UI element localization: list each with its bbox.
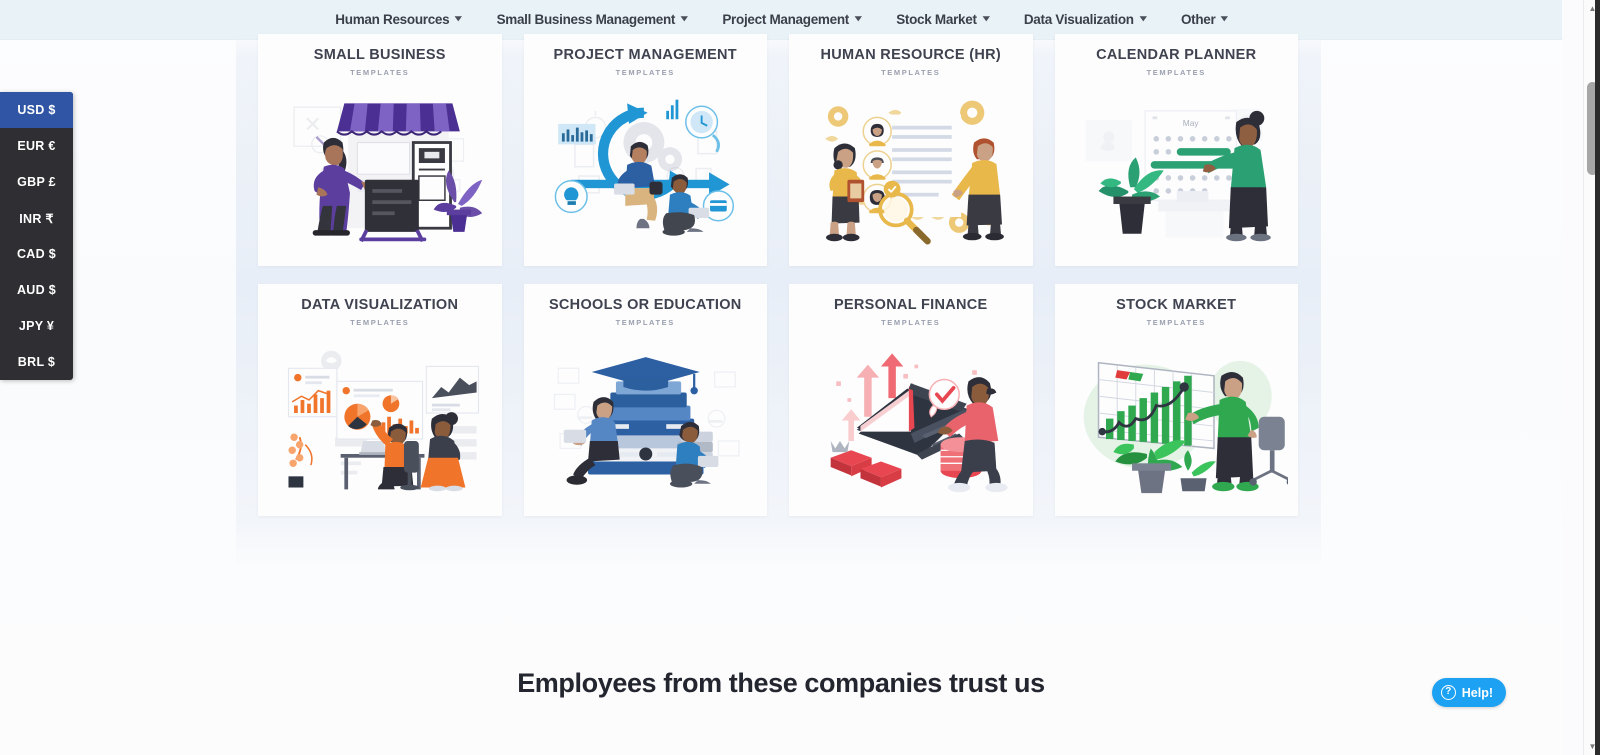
category-card-project-management[interactable]: PROJECT MANAGEMENT TEMPLATES: [523, 34, 767, 266]
card-title: DATA VISUALIZATION: [301, 297, 459, 313]
nav-item-project-management[interactable]: Project Management ▾: [722, 12, 862, 27]
window-edge: [1595, 0, 1600, 755]
chevron-down-icon: ▾: [1221, 13, 1229, 23]
chevron-down-icon: ▾: [1139, 13, 1147, 23]
category-card-calendar-planner[interactable]: CALENDAR PLANNER TEMPLATES May: [1054, 34, 1298, 266]
nav-item-label: Project Management: [722, 12, 849, 27]
currency-option-inr[interactable]: INR ₹: [0, 200, 73, 236]
category-card-personal-finance[interactable]: PERSONAL FINANCE TEMPLATES: [789, 284, 1033, 516]
currency-selector-rail[interactable]: USD $ EUR € GBP £ INR ₹ CAD $ AUD $ JPY …: [0, 92, 73, 380]
data-visualization-illustration: [268, 333, 492, 506]
svg-text:May: May: [1182, 118, 1199, 128]
help-button-label: Help!: [1461, 685, 1493, 700]
category-card-data-visualization[interactable]: DATA VISUALIZATION TEMPLATES: [258, 284, 502, 516]
small-business-illustration: [268, 83, 492, 256]
card-title: PROJECT MANAGEMENT: [553, 47, 737, 63]
calendar-planner-illustration: May: [1065, 83, 1289, 256]
nav-item-label: Human Resources: [335, 12, 450, 27]
project-management-illustration: [534, 83, 758, 256]
category-card-schools-education[interactable]: SCHOOLS OR EDUCATION TEMPLATES: [523, 284, 767, 516]
nav-item-stock-market[interactable]: Stock Market ▾: [896, 12, 990, 27]
trust-heading: Employees from these companies trust us: [517, 668, 1045, 698]
nav-item-other[interactable]: Other ▾: [1180, 12, 1229, 27]
currency-option-eur[interactable]: EUR €: [0, 128, 73, 164]
currency-option-usd[interactable]: USD $: [0, 92, 73, 128]
card-subtitle: TEMPLATES: [881, 67, 941, 77]
currency-option-gbp[interactable]: GBP £: [0, 164, 73, 200]
page-viewport: Human Resources ▾ Small Business Managem…: [0, 0, 1562, 755]
card-subtitle: TEMPLATES: [350, 317, 410, 327]
help-button[interactable]: ? Help!: [1431, 678, 1506, 707]
card-title: CALENDAR PLANNER: [1096, 47, 1257, 63]
nav-item-data-visualization[interactable]: Data Visualization ▾: [1023, 12, 1147, 27]
stock-market-illustration: [1065, 333, 1288, 506]
category-card-stock-market[interactable]: STOCK MARKET TEMPLATES: [1054, 284, 1298, 516]
chevron-down-icon: ▾: [681, 13, 688, 23]
currency-option-cad[interactable]: CAD $: [0, 236, 73, 272]
card-title: SCHOOLS OR EDUCATION: [548, 297, 742, 313]
chevron-down-icon: ▾: [982, 13, 990, 23]
card-title: HUMAN RESOURCE (HR): [820, 47, 1001, 63]
currency-option-brl[interactable]: BRL $: [0, 344, 73, 380]
card-subtitle: TEMPLATES: [881, 317, 941, 327]
category-card-small-business[interactable]: SMALL BUSINESS TEMPLATES: [258, 34, 502, 266]
nav-item-label: Stock Market: [896, 12, 977, 27]
nav-item-label: Small Business Management: [496, 12, 676, 27]
question-circle-icon: ?: [1440, 685, 1456, 700]
nav-item-label: Other: [1180, 12, 1216, 27]
personal-finance-illustration: [799, 333, 1023, 506]
human-resource-illustration: [799, 83, 1023, 256]
nav-item-small-business-management[interactable]: Small Business Management ▾: [496, 12, 688, 27]
card-subtitle: TEMPLATES: [350, 67, 410, 77]
chevron-down-icon: ▾: [455, 13, 462, 23]
card-subtitle: TEMPLATES: [615, 67, 675, 77]
schools-education-illustration: [534, 333, 758, 506]
currency-option-jpy[interactable]: JPY ¥: [0, 308, 73, 344]
card-title: SMALL BUSINESS: [313, 47, 446, 63]
card-subtitle: TEMPLATES: [1146, 67, 1206, 77]
category-card-human-resource[interactable]: HUMAN RESOURCE (HR) TEMPLATES: [789, 34, 1033, 266]
card-subtitle: TEMPLATES: [615, 317, 675, 327]
chevron-down-icon: ▾: [855, 13, 862, 23]
card-title: STOCK MARKET: [1116, 297, 1237, 313]
currency-option-aud[interactable]: AUD $: [0, 272, 73, 308]
card-title: PERSONAL FINANCE: [833, 297, 988, 313]
nav-item-label: Data Visualization: [1023, 12, 1134, 27]
card-subtitle: TEMPLATES: [1146, 317, 1206, 327]
nav-item-human-resources[interactable]: Human Resources ▾: [335, 12, 462, 27]
